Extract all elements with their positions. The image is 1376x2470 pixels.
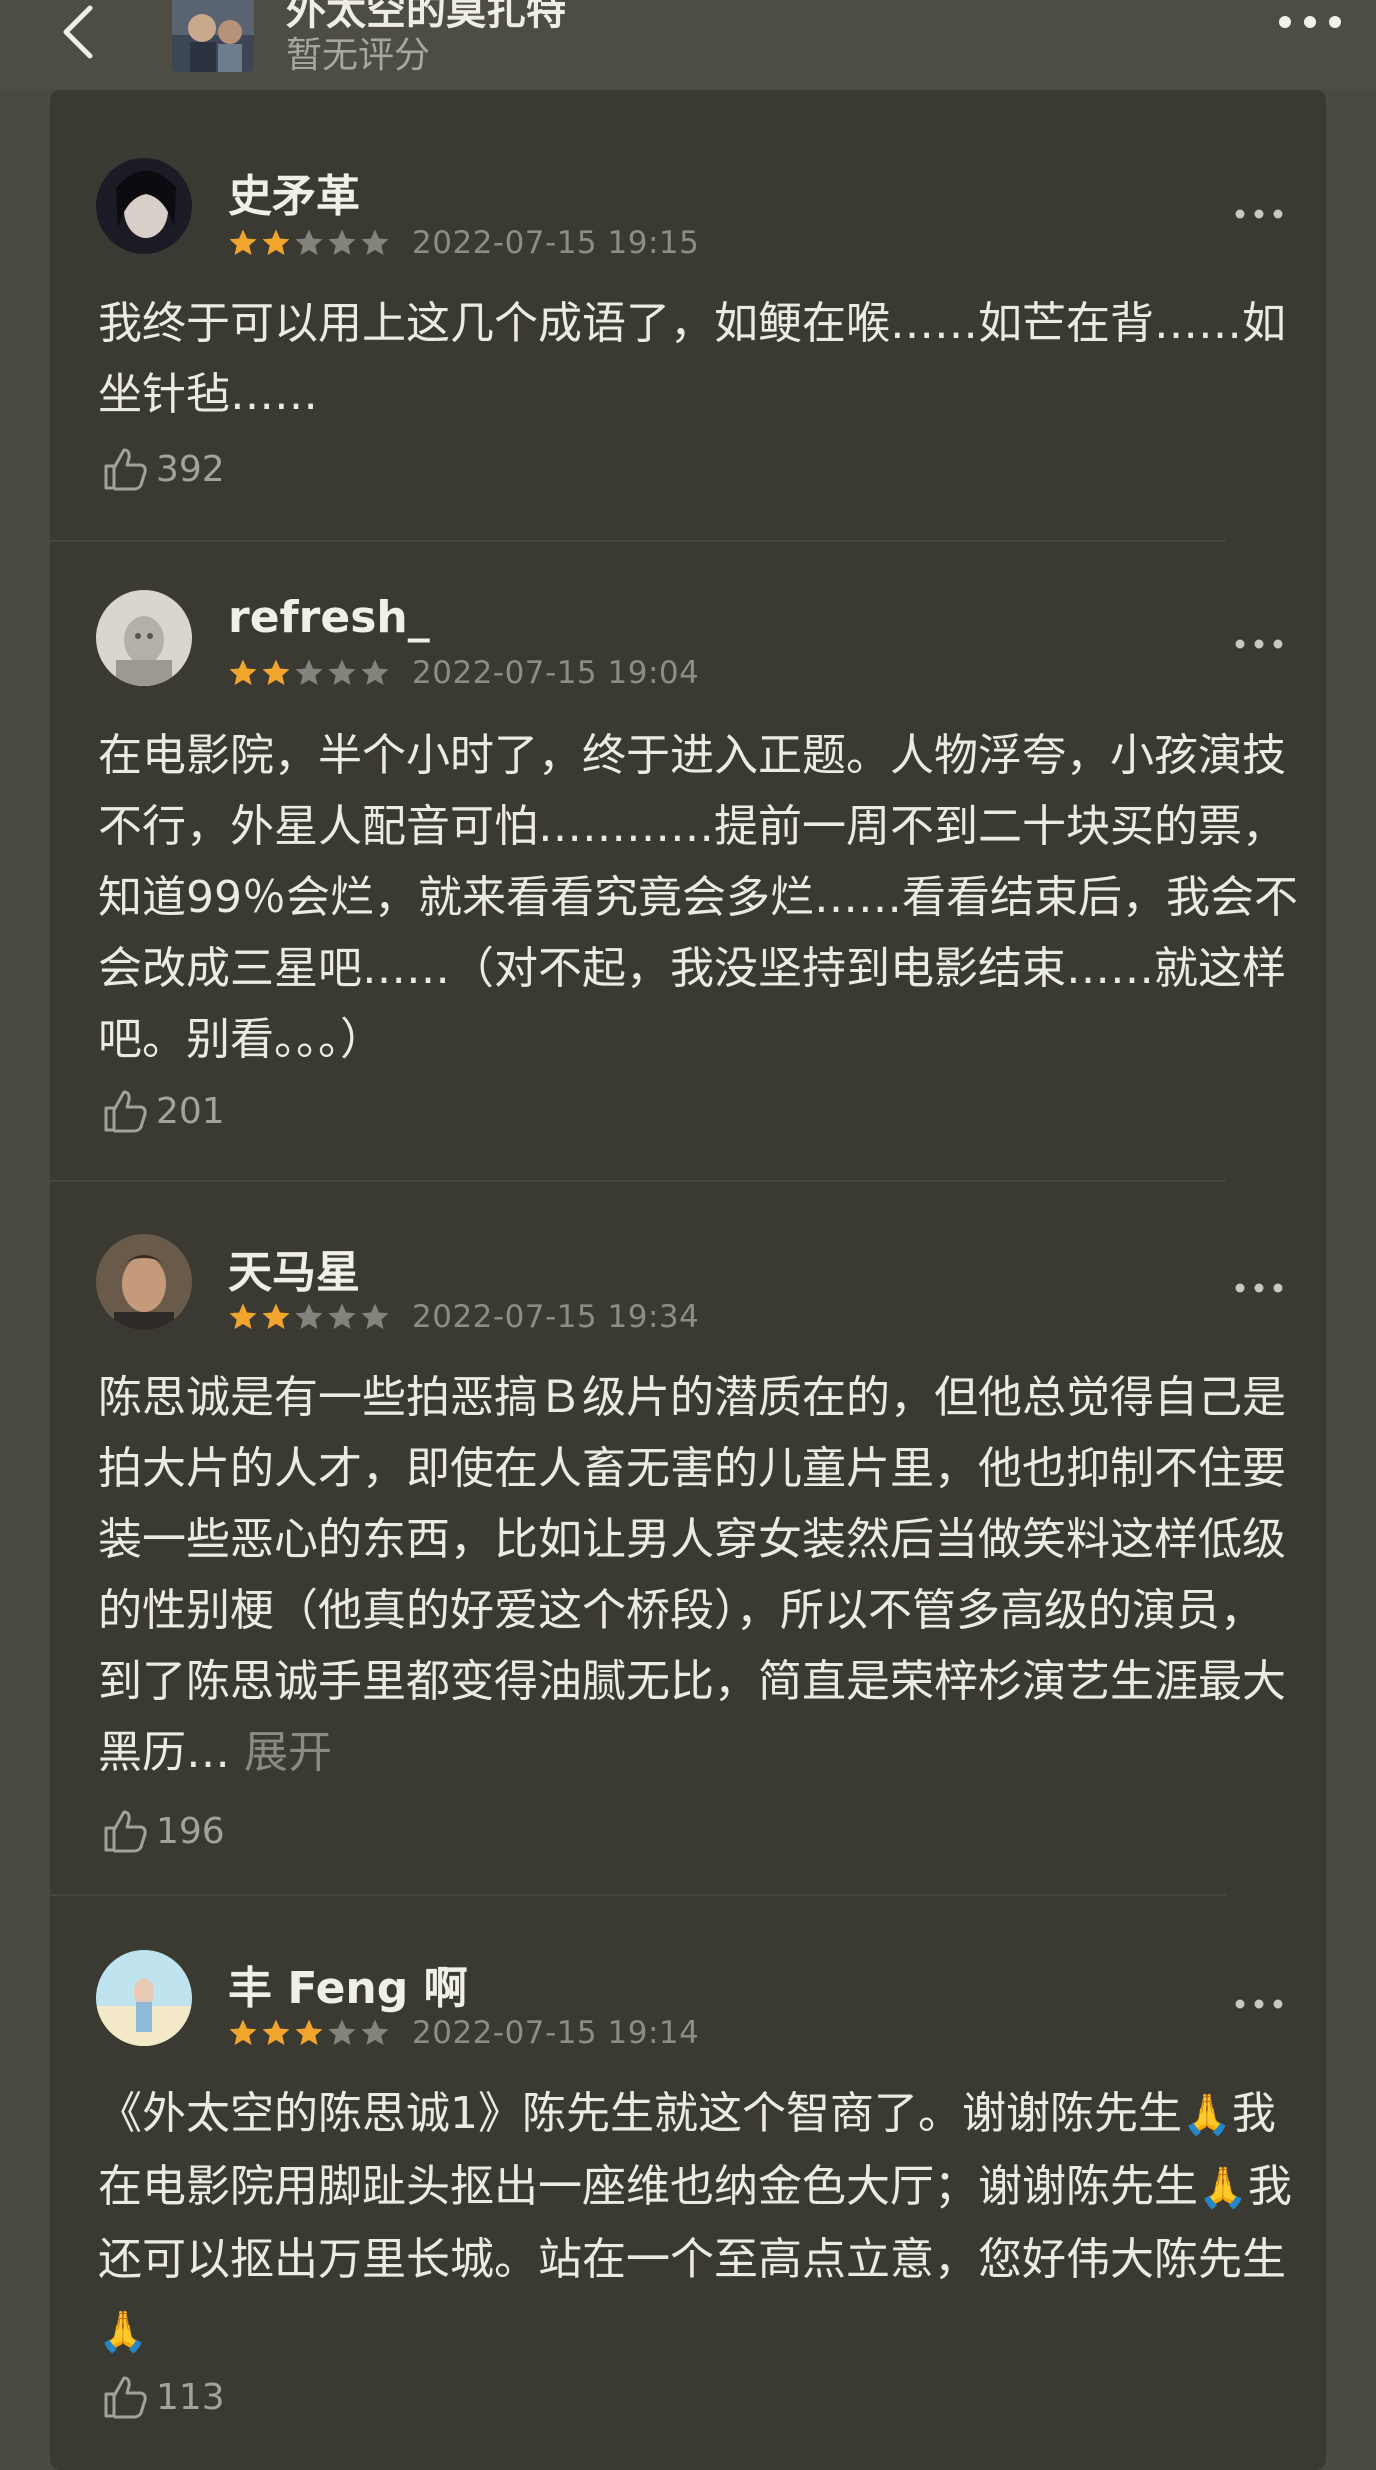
- review-more-button[interactable]: [1224, 624, 1294, 664]
- star-empty-icon: [328, 2019, 356, 2045]
- movie-rating-text: 暂无评分: [286, 35, 431, 76]
- chevron-left-icon: [63, 5, 93, 59]
- star-filled-icon: [229, 2019, 257, 2045]
- star-filled-icon: [262, 2019, 290, 2045]
- expand-link[interactable]: 展开: [244, 1727, 332, 1778]
- review-text: 我终于可以用上这几个成语了，如鲠在喉……如芒在背……如坐针毡……: [98, 298, 1286, 420]
- avatar[interactable]: [96, 1234, 192, 1330]
- review-username[interactable]: 丰 Feng 啊: [228, 1952, 468, 2016]
- thumbs-up-icon: [104, 448, 147, 491]
- star-filled-icon: [229, 659, 257, 685]
- thumbs-up-icon: [104, 2376, 147, 2419]
- review-text-body: 陈思诚是有一些拍恶搞Ｂ级片的潜质在的，但他总觉得自己是拍大片的人才，即使在人畜无…: [98, 1372, 1286, 1778]
- review-card: 史矛革 2022-07-15 19:15 我终于可以用上这几个成语了，如鲠在喉……: [50, 90, 1326, 530]
- like-button[interactable]: 201: [100, 1086, 225, 1136]
- star-filled-icon: [262, 229, 290, 255]
- review-date: 2022-07-15 19:15: [412, 225, 700, 261]
- star-rating: [228, 658, 390, 688]
- star-empty-icon: [328, 1303, 356, 1329]
- star-empty-icon: [328, 229, 356, 255]
- star-filled-icon: [262, 1303, 290, 1329]
- review-more-button[interactable]: [1224, 1268, 1294, 1308]
- review-username[interactable]: 史矛革: [228, 160, 360, 224]
- review-text: 陈思诚是有一些拍恶搞Ｂ级片的潜质在的，但他总觉得自己是拍大片的人才，即使在人畜无…: [98, 1362, 1298, 1788]
- star-rating: [228, 228, 390, 258]
- top-bar: 外太空的莫扎特 暂无评分: [0, 0, 1376, 90]
- star-rating: [228, 2018, 390, 2048]
- star-empty-icon: [295, 229, 323, 255]
- avatar[interactable]: [96, 158, 192, 254]
- like-count: 196: [156, 1810, 225, 1852]
- more-dots-icon: [1235, 1283, 1283, 1293]
- star-empty-icon: [361, 229, 389, 255]
- review-card: 丰 Feng 啊 2022-07-15 19:14 《外太空的陈思诚1》陈先生就…: [50, 1880, 1326, 2448]
- more-dots-icon: [1235, 209, 1283, 219]
- like-button[interactable]: 113: [100, 2372, 225, 2422]
- review-text-part: 《外太空的陈思诚1》陈先生就这个智商了。谢谢陈先生: [98, 2088, 1182, 2139]
- star-empty-icon: [328, 659, 356, 685]
- review-meta: 2022-07-15 19:04: [228, 655, 700, 691]
- star-filled-icon: [262, 659, 290, 685]
- review-more-button[interactable]: [1224, 194, 1294, 234]
- pray-emoji-icon: 🙏: [1198, 2165, 1248, 2211]
- star-empty-icon: [361, 2019, 389, 2045]
- star-empty-icon: [361, 659, 389, 685]
- back-button[interactable]: [48, 0, 108, 74]
- star-filled-icon: [295, 2019, 323, 2045]
- review-text: 《外太空的陈思诚1》陈先生就这个智商了。谢谢陈先生🙏我在电影院用脚趾头抠出一座维…: [98, 2078, 1298, 2368]
- star-empty-icon: [295, 1303, 323, 1329]
- like-count: 201: [156, 1090, 225, 1132]
- like-button[interactable]: 392: [100, 444, 225, 494]
- review-meta: 2022-07-15 19:14: [228, 2015, 700, 2051]
- more-dots-icon: [1235, 1999, 1283, 2009]
- review-card: refresh_ 2022-07-15 19:04 在电影院，半个小时了，终于进…: [50, 520, 1326, 1160]
- pray-emoji-icon: 🙏: [98, 2309, 148, 2355]
- star-empty-icon: [361, 1303, 389, 1329]
- review-more-button[interactable]: [1224, 1984, 1294, 2024]
- review-meta: 2022-07-15 19:15: [228, 225, 700, 261]
- thumbs-up-icon: [104, 1810, 147, 1853]
- review-meta: 2022-07-15 19:34: [228, 1299, 700, 1335]
- more-dots-icon: [1279, 16, 1341, 28]
- like-count: 392: [156, 448, 225, 490]
- star-filled-icon: [229, 229, 257, 255]
- review-text: 在电影院，半个小时了，终于进入正题。人物浮夸，小孩演技不行，外星人配音可怕…………: [98, 730, 1298, 1065]
- review-username[interactable]: refresh_: [228, 592, 430, 643]
- review-card: 天马星 2022-07-15 19:34 陈思诚是有一些拍恶搞Ｂ级片的潜质在的，…: [50, 1160, 1326, 1880]
- review-username[interactable]: 天马星: [228, 1236, 360, 1300]
- like-button[interactable]: 196: [100, 1806, 225, 1856]
- avatar[interactable]: [96, 1950, 192, 2046]
- pray-emoji-icon: 🙏: [1182, 2092, 1232, 2138]
- more-dots-icon: [1235, 639, 1283, 649]
- more-options-button[interactable]: [1270, 0, 1350, 44]
- thumbs-up-icon: [104, 1090, 147, 1133]
- movie-poster[interactable]: [172, 0, 254, 72]
- star-empty-icon: [295, 659, 323, 685]
- avatar[interactable]: [96, 590, 192, 686]
- review-date: 2022-07-15 19:34: [412, 1299, 700, 1335]
- star-rating: [228, 1302, 390, 1332]
- like-count: 113: [156, 2376, 225, 2418]
- review-date: 2022-07-15 19:14: [412, 2015, 700, 2051]
- review-date: 2022-07-15 19:04: [412, 655, 700, 691]
- star-filled-icon: [229, 1303, 257, 1329]
